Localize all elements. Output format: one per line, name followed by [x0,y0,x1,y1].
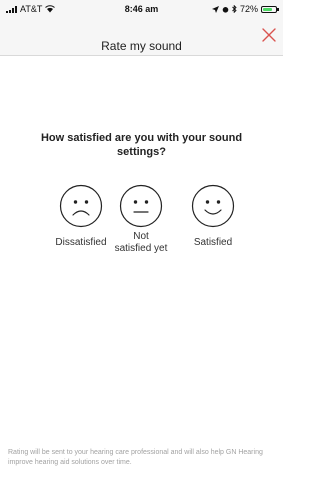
battery-level-fill [263,7,272,11]
close-icon[interactable] [261,27,277,43]
battery-icon [261,5,279,13]
alarm-icon [222,6,229,13]
option-not-satisfied-yet[interactable]: Not satisfied yet [104,184,178,255]
sad-face-icon [59,184,103,228]
location-icon [211,5,219,13]
neutral-face-icon [119,184,163,228]
option-satisfied[interactable]: Satisfied [176,184,250,249]
footer-note: Rating will be sent to your hearing care… [8,449,263,466]
happy-face-icon [191,184,235,228]
bluetooth-icon [232,5,237,13]
battery-percent: 72% [239,4,258,14]
status-right: 72% [211,4,279,14]
app-screen: AT&T 8:46 am 72% Rate my sound How satis… [0,0,283,479]
option-label-satisfied: Satisfied [193,237,233,248]
page-title: Rate my sound [101,39,182,53]
option-label-not-satisfied-yet: Not satisfied yet [114,231,168,254]
nav-bar: Rate my sound [0,18,283,56]
satisfaction-question: How satisfied are you with your sound se… [40,132,243,158]
status-bar: AT&T 8:46 am 72% [0,0,283,18]
